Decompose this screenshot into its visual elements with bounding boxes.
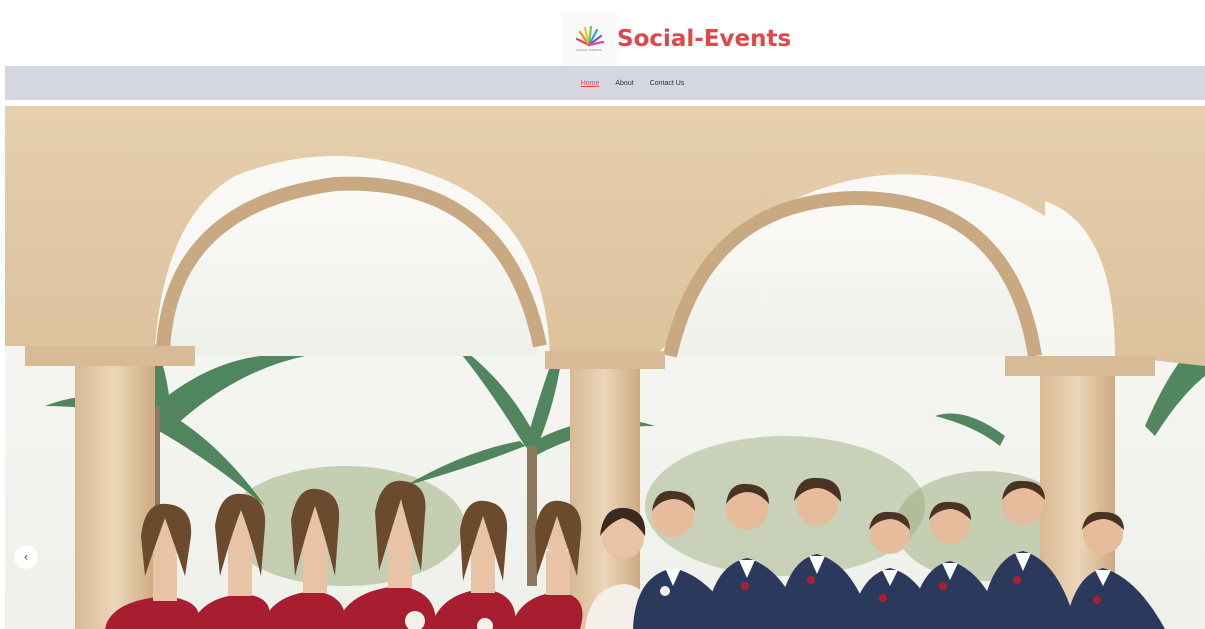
brand-title[interactable]: Social-Events <box>617 24 791 54</box>
hero-photo <box>5 106 1205 629</box>
hero-carousel[interactable] <box>5 106 1205 629</box>
site-header: SOCIAL EVENTS Social-Events <box>0 0 1205 66</box>
nav-list: Home About Contact Us <box>5 66 1205 100</box>
nav-about-link[interactable]: About <box>615 80 633 87</box>
site-logo[interactable]: SOCIAL EVENTS <box>561 10 617 66</box>
nav-contact-link[interactable]: Contact Us <box>650 80 685 87</box>
chevron-left-icon: ‹ <box>23 550 29 564</box>
carousel-prev-button[interactable]: ‹ <box>14 545 38 569</box>
logo-burst-icon <box>575 25 605 46</box>
nav-home-link[interactable]: Home <box>581 80 600 87</box>
logo-caption: SOCIAL EVENTS <box>576 47 602 52</box>
main-navbar: Home About Contact Us <box>5 66 1205 100</box>
